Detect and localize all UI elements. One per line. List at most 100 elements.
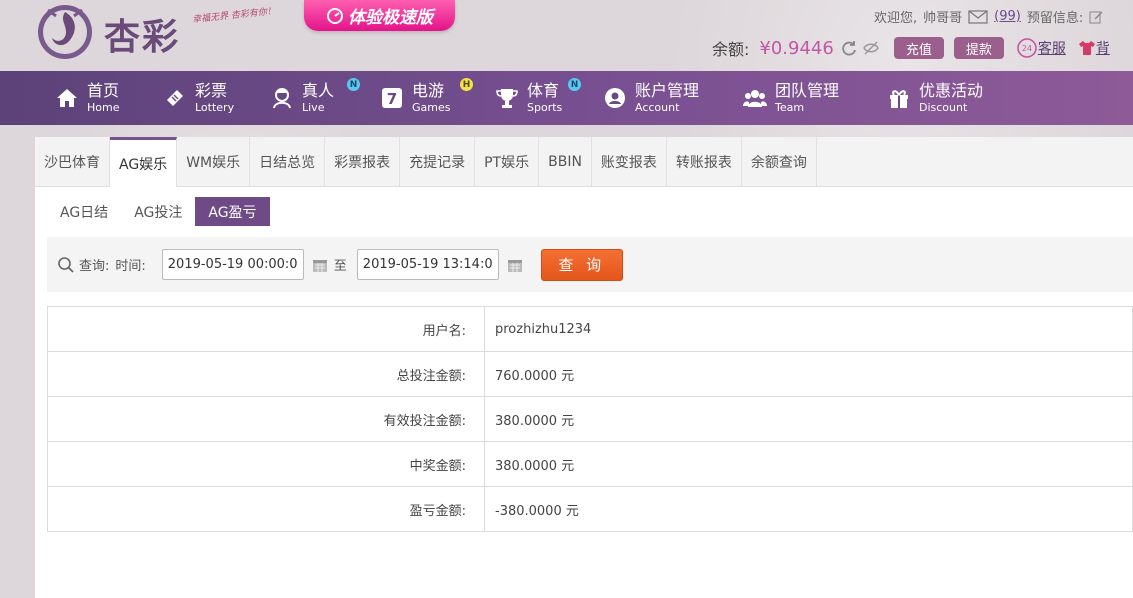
nav-label-cn: 真人 [302, 81, 335, 100]
tab-pt-entertainment[interactable]: PT娱乐 [475, 137, 540, 186]
nav-item-discount[interactable]: 优惠活动 Discount [887, 71, 983, 125]
tab-ag-entertainment[interactable]: AG娱乐 [110, 137, 178, 187]
hide-balance-icon[interactable] [862, 39, 880, 57]
table-row: 中奖金额: 380.0000 元 [47, 441, 1133, 487]
search-label: 查询: [79, 259, 110, 274]
username-text: 帅哥哥 [923, 11, 963, 26]
nav-label-en: Games [412, 101, 451, 114]
table-row: 盈亏金额: -380.0000 元 [47, 486, 1133, 532]
live-dealer-icon [273, 88, 291, 109]
withdraw-button[interactable]: 提款 [953, 37, 1004, 59]
logo-text: 杏彩 [104, 16, 181, 58]
row-value: 380.0000 元 [484, 396, 1133, 442]
nav-label-en: Lottery [195, 101, 235, 114]
subtab-ag-profit-loss[interactable]: AG盈亏 [195, 197, 270, 226]
nav-label-en: Sports [527, 101, 563, 114]
tab-balance-query[interactable]: 余额查询 [742, 137, 817, 186]
tab-daily-overview[interactable]: 日结总览 [250, 137, 326, 186]
nav-item-account[interactable]: 账户管理 Account [603, 71, 699, 125]
message-count-link[interactable]: (99) [994, 9, 1021, 24]
new-badge: N [347, 78, 360, 91]
nav-label-cn: 首页 [87, 81, 120, 100]
svg-text:7: 7 [387, 90, 397, 108]
user-info-bar: 欢迎您, 帅哥哥 (99) 预留信息: [874, 7, 1103, 26]
start-time-input[interactable] [161, 249, 304, 280]
account-icon [605, 88, 625, 108]
nav-label-en: Home [87, 101, 120, 114]
time-label: 时间: [115, 259, 146, 274]
reserve-info-label: 预留信息: [1026, 11, 1084, 26]
hot-badge: H [460, 78, 473, 91]
nav-item-live[interactable]: 真人 Live N [270, 71, 360, 125]
row-label: 总投注金额: [47, 351, 485, 397]
extra-link[interactable]: 背 [1078, 38, 1110, 58]
main-navigation: 首页 Home 彩票 Lottery 真人 Live N 7 电游 Games … [0, 71, 1133, 125]
customer-service-label: 客服 [1037, 41, 1066, 57]
tab-shaba-sports[interactable]: 沙巴体育 [35, 137, 110, 186]
team-icon [743, 90, 767, 107]
calendar-icon[interactable] [507, 257, 523, 273]
query-bar: 查询: 时间: 至 查 询 [47, 237, 1133, 292]
profit-loss-table: 用户名: prozhizhu1234 总投注金额: 760.0000 元 有效投… [47, 306, 1133, 532]
shirt-icon [1078, 41, 1095, 55]
nav-item-lottery[interactable]: 彩票 Lottery [163, 71, 234, 125]
subtab-ag-bets[interactable]: AG投注 [121, 197, 195, 226]
tab-transfer-report[interactable]: 转账报表 [667, 137, 742, 186]
nav-label-cn: 彩票 [195, 81, 228, 100]
customer-service-link[interactable]: 24 客服 [1016, 37, 1066, 59]
subtab-ag-daily[interactable]: AG日结 [47, 197, 121, 226]
nav-item-games[interactable]: 7 电游 Games H [380, 71, 473, 125]
deposit-button[interactable]: 充值 [893, 37, 944, 59]
ag-subtabs: AG日结 AG投注 AG盈亏 [47, 197, 270, 226]
nav-item-home[interactable]: 首页 Home [55, 71, 119, 125]
row-label: 盈亏金额: [47, 486, 485, 532]
speed-version-button[interactable]: 体验极速版 [304, 0, 455, 31]
row-value: -380.0000 元 [484, 486, 1133, 532]
calendar-icon[interactable] [312, 257, 328, 273]
mail-icon[interactable] [968, 9, 988, 24]
nav-label-cn: 账户管理 [635, 81, 700, 100]
edit-icon[interactable] [1089, 10, 1103, 24]
gift-icon [890, 90, 908, 108]
logo-slogan: 幸福无界 杏彩有你！ [191, 6, 277, 26]
end-time-input[interactable] [356, 249, 499, 280]
query-button[interactable]: 查 询 [540, 248, 623, 281]
logo-emblem-icon [38, 5, 92, 59]
site-header: 杏彩 幸福无界 杏彩有你！ 体验极速版 欢迎您, 帅哥哥 (99) 预留信息: … [0, 0, 1133, 71]
nav-label-cn: 体育 [527, 81, 560, 100]
refresh-icon[interactable] [840, 39, 858, 57]
tab-lottery-report[interactable]: 彩票报表 [325, 137, 401, 186]
welcome-text: 欢迎您, [874, 11, 918, 26]
nav-item-sports[interactable]: 体育 Sports N [495, 71, 581, 125]
nav-item-team[interactable]: 团队管理 Team [743, 71, 839, 125]
table-row: 用户名: prozhizhu1234 [47, 306, 1133, 352]
nav-label-en: Account [635, 101, 680, 114]
speed-badge-label: 体验极速版 [348, 8, 433, 28]
tab-deposit-withdraw-records[interactable]: 充提记录 [400, 137, 476, 186]
site-logo[interactable]: 杏彩 幸福无界 杏彩有你！ [34, 0, 284, 66]
balance-row: 余额: ¥0.9446 充值 提款 24 客服 背 [712, 36, 1110, 60]
new-badge: N [568, 78, 581, 91]
row-label: 中奖金额: [47, 441, 485, 487]
svg-text:24: 24 [1022, 44, 1032, 53]
row-value: prozhizhu1234 [484, 306, 1133, 352]
games-7-icon: 7 [382, 88, 402, 108]
lottery-ticket-icon [167, 90, 183, 106]
report-tabbar: 沙巴体育 AG娱乐 WM娱乐 日结总览 彩票报表 充提记录 PT娱乐 BBIN … [35, 137, 1133, 187]
row-label: 有效投注金额: [47, 396, 485, 442]
trophy-icon [496, 89, 518, 108]
row-value: 380.0000 元 [484, 441, 1133, 487]
nav-label-cn: 电游 [412, 81, 445, 100]
search-icon [58, 256, 74, 273]
to-label: 至 [333, 259, 347, 274]
nav-label-en: Discount [919, 101, 968, 114]
table-row: 有效投注金额: 380.0000 元 [47, 396, 1133, 442]
balance-label: 余额: [712, 40, 750, 59]
extra-link-label: 背 [1095, 41, 1110, 57]
tab-account-change-report[interactable]: 账变报表 [592, 137, 667, 186]
row-label: 用户名: [47, 306, 485, 352]
nav-label-en: Team [775, 101, 805, 114]
tab-wm-entertainment[interactable]: WM娱乐 [177, 137, 251, 186]
tab-bbin[interactable]: BBIN [539, 137, 592, 186]
speed-icon [327, 7, 343, 24]
